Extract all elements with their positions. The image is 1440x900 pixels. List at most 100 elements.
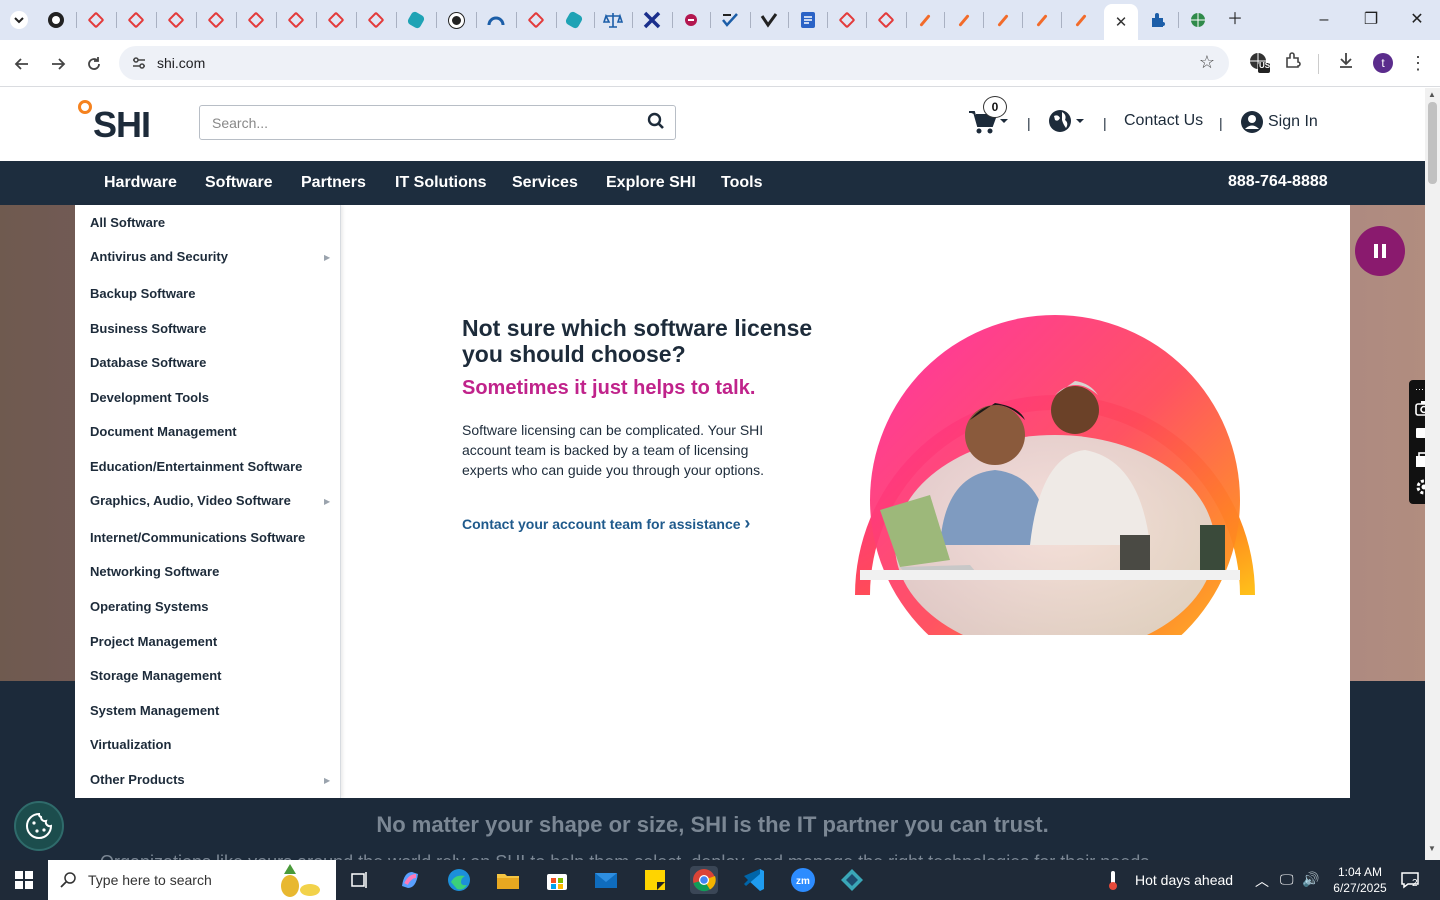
menu-item-graphics-audio-video[interactable]: Graphics, Audio, Video Software bbox=[90, 493, 291, 508]
nav-services[interactable]: Services bbox=[512, 174, 578, 192]
tab-favicon-4[interactable] bbox=[166, 10, 186, 30]
notification-center-icon[interactable]: 2 bbox=[1400, 870, 1420, 890]
nav-it-solutions[interactable]: IT Solutions bbox=[395, 174, 487, 192]
address-text[interactable]: shi.com bbox=[157, 55, 205, 71]
tab-favicon-8[interactable] bbox=[326, 10, 346, 30]
tab-favicon-24[interactable] bbox=[954, 10, 974, 30]
tab-favicon-13[interactable] bbox=[526, 10, 546, 30]
edge-icon[interactable] bbox=[445, 866, 473, 894]
menu-item-all-software[interactable]: All Software bbox=[90, 215, 165, 230]
weather-widget[interactable]: Hot days ahead bbox=[1135, 872, 1233, 888]
tab-favicon-15[interactable] bbox=[603, 10, 623, 30]
scroll-down-arrow-icon[interactable]: ▼ bbox=[1428, 844, 1436, 853]
reload-button[interactable] bbox=[82, 52, 106, 76]
search-icon[interactable] bbox=[647, 112, 667, 132]
tab-favicon-17[interactable] bbox=[681, 10, 701, 30]
tab-favicon-globe[interactable] bbox=[1188, 10, 1208, 30]
tab-favicon-22[interactable] bbox=[876, 10, 896, 30]
mail-icon[interactable] bbox=[592, 866, 620, 894]
contact-us-link[interactable]: Contact Us bbox=[1124, 112, 1203, 130]
tab-favicon-12[interactable] bbox=[486, 10, 506, 30]
menu-item-document-management[interactable]: Document Management bbox=[90, 424, 237, 439]
menu-item-networking-software[interactable]: Networking Software bbox=[90, 564, 219, 579]
network-icon[interactable]: 🖵 bbox=[1280, 871, 1294, 888]
back-button[interactable] bbox=[10, 52, 34, 76]
tab-favicon-2[interactable] bbox=[86, 10, 106, 30]
tab-favicon-10[interactable] bbox=[406, 10, 426, 30]
menu-item-operating-systems[interactable]: Operating Systems bbox=[90, 599, 209, 614]
menu-item-antivirus-security[interactable]: Antivirus and Security bbox=[90, 249, 228, 264]
browser-menu-icon[interactable]: ⋮ bbox=[1406, 51, 1430, 75]
start-button[interactable] bbox=[0, 860, 48, 900]
app-diamond-icon[interactable] bbox=[838, 866, 866, 894]
tab-favicon-27[interactable] bbox=[1071, 10, 1091, 30]
minimize-button[interactable]: – bbox=[1312, 8, 1336, 32]
profile-avatar[interactable]: t bbox=[1373, 53, 1393, 73]
tab-favicon-25[interactable] bbox=[993, 10, 1013, 30]
nav-explore-shi[interactable]: Explore SHI bbox=[606, 174, 696, 192]
tab-favicon-7[interactable] bbox=[286, 10, 306, 30]
active-tab[interactable]: ✕ bbox=[1104, 4, 1138, 40]
tab-favicon-19[interactable] bbox=[759, 10, 779, 30]
phone-number[interactable]: 888-764-8888 bbox=[1228, 173, 1328, 191]
address-bar[interactable]: shi.com ☆ bbox=[119, 46, 1229, 80]
promo-contact-link[interactable]: Contact your account team for assistance… bbox=[462, 513, 750, 534]
cookie-settings-button[interactable] bbox=[14, 801, 64, 851]
menu-item-backup-software[interactable]: Backup Software bbox=[90, 286, 195, 301]
scrollbar-thumb[interactable] bbox=[1428, 102, 1437, 184]
copilot-icon[interactable] bbox=[396, 866, 424, 894]
carousel-pause-button[interactable] bbox=[1355, 226, 1405, 276]
tab-favicon-23[interactable] bbox=[915, 10, 935, 30]
sticky-notes-icon[interactable] bbox=[641, 866, 669, 894]
menu-item-project-management[interactable]: Project Management bbox=[90, 634, 217, 649]
region-selector[interactable] bbox=[1047, 108, 1087, 134]
store-icon[interactable] bbox=[543, 866, 571, 894]
menu-item-virtualization[interactable]: Virtualization bbox=[90, 737, 171, 752]
tab-favicon-11[interactable] bbox=[446, 10, 466, 30]
nav-software[interactable]: Software bbox=[205, 174, 273, 192]
sign-in-link[interactable]: Sign In bbox=[1240, 108, 1318, 136]
vscode-icon[interactable] bbox=[740, 866, 768, 894]
restore-button[interactable]: ❐ bbox=[1359, 8, 1383, 32]
downloads-icon[interactable] bbox=[1334, 51, 1358, 75]
tab-close-icon[interactable]: ✕ bbox=[1115, 13, 1128, 31]
tab-favicon-extensions[interactable] bbox=[1148, 10, 1168, 30]
menu-item-other-products[interactable]: Other Products bbox=[90, 772, 185, 787]
cart-button[interactable]: 0 bbox=[968, 96, 1014, 136]
new-tab-button[interactable]: ＋ bbox=[1223, 8, 1247, 32]
nav-partners[interactable]: Partners bbox=[301, 174, 366, 192]
bookmark-star-icon[interactable]: ☆ bbox=[1199, 52, 1215, 73]
tab-favicon-20[interactable] bbox=[798, 10, 818, 30]
extension-globe-icon[interactable]: US bbox=[1247, 51, 1271, 75]
tab-favicon-5[interactable] bbox=[206, 10, 226, 30]
nav-hardware[interactable]: Hardware bbox=[104, 174, 177, 192]
tray-overflow-icon[interactable]: ︿ bbox=[1255, 871, 1269, 891]
tab-favicon-16[interactable] bbox=[642, 10, 662, 30]
shi-logo[interactable]: SHI bbox=[78, 100, 158, 145]
extensions-puzzle-icon[interactable] bbox=[1281, 51, 1305, 75]
taskbar-search-box[interactable]: Type here to search bbox=[48, 860, 336, 900]
site-info-icon[interactable] bbox=[131, 55, 147, 74]
menu-item-storage-management[interactable]: Storage Management bbox=[90, 668, 221, 683]
menu-item-business-software[interactable]: Business Software bbox=[90, 321, 206, 336]
chrome-icon[interactable] bbox=[690, 866, 718, 894]
task-view-icon[interactable] bbox=[346, 866, 374, 894]
tab-favicon-9[interactable] bbox=[366, 10, 386, 30]
menu-item-system-management[interactable]: System Management bbox=[90, 703, 219, 718]
search-input[interactable] bbox=[200, 106, 640, 139]
tab-favicon-18[interactable] bbox=[720, 10, 740, 30]
forward-button[interactable] bbox=[46, 52, 70, 76]
tab-favicon-1[interactable] bbox=[46, 10, 66, 30]
zoom-icon[interactable]: zm bbox=[789, 866, 817, 894]
tab-favicon-21[interactable] bbox=[837, 10, 857, 30]
clock[interactable]: 1:04 AM 6/27/2025 bbox=[1330, 864, 1390, 896]
menu-item-internet-communications[interactable]: Internet/Communications Software bbox=[90, 530, 305, 545]
tab-favicon-26[interactable] bbox=[1032, 10, 1052, 30]
menu-item-database-software[interactable]: Database Software bbox=[90, 355, 206, 370]
page-scrollbar[interactable]: ▲ ▼ bbox=[1425, 88, 1440, 860]
menu-item-education-entertainment[interactable]: Education/Entertainment Software bbox=[90, 459, 302, 474]
nav-tools[interactable]: Tools bbox=[721, 174, 762, 192]
tab-favicon-14[interactable] bbox=[564, 10, 584, 30]
volume-icon[interactable]: 🔊 bbox=[1302, 871, 1319, 888]
tab-search-button[interactable] bbox=[9, 10, 29, 30]
